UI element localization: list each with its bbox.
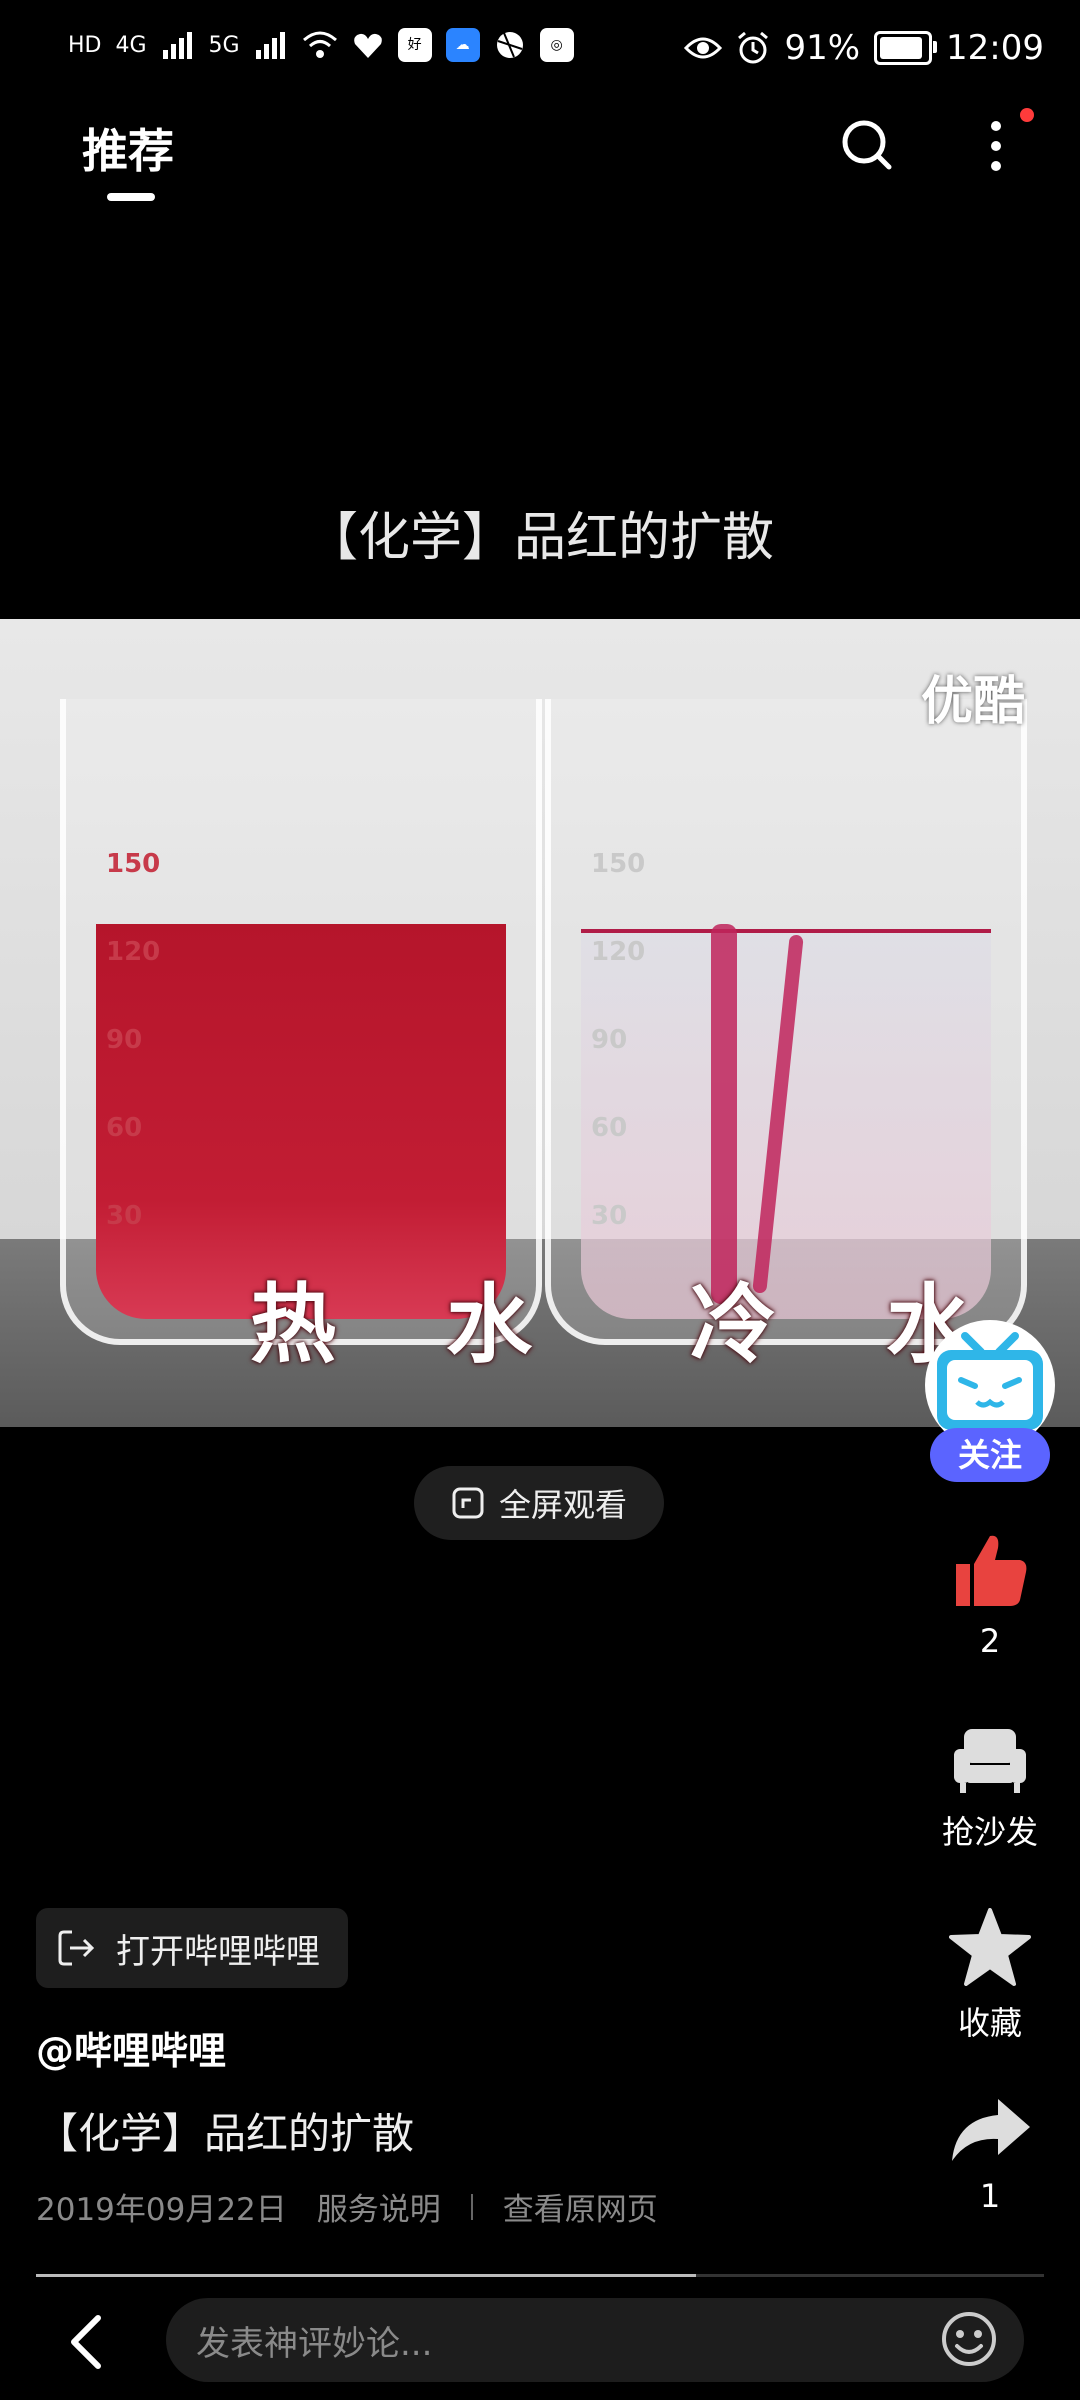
tick-label: 120 bbox=[591, 937, 646, 967]
video-description: 【化学】品红的扩散 bbox=[36, 2109, 415, 2158]
video-meta: 2019年09月22日 服务说明 查看原网页 bbox=[36, 2184, 658, 2229]
signal-5g-label: 5G bbox=[208, 32, 240, 58]
status-left: HD 4G 5G 好 ☁ ◎ bbox=[68, 28, 574, 62]
ball-icon bbox=[496, 32, 523, 58]
tick-label: 30 bbox=[106, 1201, 143, 1231]
sofa-icon bbox=[954, 1729, 1026, 1793]
thumbs-up-icon bbox=[956, 1535, 1027, 1606]
signal-icon bbox=[255, 32, 285, 59]
tab-recommend[interactable]: 推荐 bbox=[82, 115, 174, 181]
app-chip-icon: 好 bbox=[397, 28, 432, 62]
youku-watermark: 优酷 bbox=[920, 672, 1025, 732]
cold-beaker-scale: 150 120 90 60 30 bbox=[591, 849, 651, 1289]
sofa-comment-button[interactable]: 抢沙发 bbox=[930, 1725, 1050, 1853]
like-button[interactable]: 2 bbox=[930, 1530, 1050, 1660]
more-icon[interactable] bbox=[986, 118, 1006, 174]
video-title: 【化学】品红的扩散 bbox=[305, 508, 774, 568]
uploader-name[interactable]: @哔哩哔哩 bbox=[36, 2020, 226, 2075]
hot-beaker-scale: 150 120 90 60 30 bbox=[106, 849, 166, 1289]
fullscreen-label: 全屏观看 bbox=[498, 1486, 627, 1524]
share-count: 1 bbox=[979, 2177, 1001, 2215]
emoji-icon[interactable] bbox=[940, 2310, 998, 2368]
original-page-link[interactable]: 查看原网页 bbox=[503, 2184, 658, 2229]
cold-water-beaker: 150 120 90 60 30 bbox=[545, 699, 1027, 1345]
favorite-button[interactable]: 收藏 bbox=[930, 1908, 1050, 2044]
status-bar: HD 4G 5G 好 ☁ ◎ 91% 12:09 bbox=[0, 0, 1080, 100]
tick-label: 30 bbox=[591, 1201, 628, 1231]
tick-label: 120 bbox=[106, 937, 161, 967]
clock-time: 12:09 bbox=[946, 28, 1044, 68]
video-progress-fill bbox=[36, 2274, 696, 2277]
dye-streak bbox=[711, 924, 737, 1304]
back-arrow-icon[interactable] bbox=[66, 2312, 106, 2372]
sofa-label: 抢沙发 bbox=[941, 1813, 1038, 1851]
hot-water-beaker: 150 120 90 60 30 bbox=[60, 699, 542, 1345]
open-bilibili-button[interactable]: 打开哔哩哔哩 bbox=[36, 1908, 348, 1988]
tick-label: 90 bbox=[591, 1025, 628, 1055]
tick-label: 150 bbox=[106, 849, 161, 879]
like-count: 2 bbox=[979, 1622, 1001, 1660]
signal-icon bbox=[162, 32, 192, 59]
eye-icon bbox=[684, 37, 723, 59]
chat-app-icon: ◎ bbox=[539, 28, 574, 62]
star-icon bbox=[949, 1908, 1031, 1986]
status-right: 91% 12:09 bbox=[684, 28, 1044, 68]
tick-label: 60 bbox=[591, 1113, 628, 1143]
publish-date: 2019年09月22日 bbox=[36, 2192, 287, 2228]
cloud-icon: ☁ bbox=[445, 28, 480, 62]
tab-active-indicator bbox=[107, 193, 155, 201]
service-link[interactable]: 服务说明 bbox=[317, 2184, 441, 2229]
share-arrow-icon bbox=[952, 2099, 1030, 2161]
alarm-icon bbox=[738, 31, 769, 64]
video-player[interactable]: 150 120 90 60 30 150 120 90 60 30 热 水 冷 … bbox=[0, 619, 1080, 1427]
signal-hd-label: HD bbox=[68, 32, 102, 58]
search-icon[interactable] bbox=[840, 118, 892, 170]
tick-label: 90 bbox=[106, 1025, 143, 1055]
follow-button[interactable]: 关注 bbox=[930, 1428, 1050, 1482]
tick-label: 60 bbox=[106, 1113, 143, 1143]
tick-label: 150 bbox=[591, 849, 646, 879]
fullscreen-icon bbox=[452, 1487, 484, 1519]
comment-placeholder: 发表神评妙论... bbox=[196, 2323, 433, 2364]
wifi-icon bbox=[302, 31, 337, 58]
open-app-label: 打开哔哩哔哩 bbox=[116, 1931, 320, 1972]
exit-icon bbox=[58, 1930, 95, 1966]
notification-dot bbox=[1020, 108, 1034, 122]
comment-input[interactable]: 发表神评妙论... bbox=[166, 2298, 1024, 2382]
battery-percent: 91% bbox=[784, 28, 861, 68]
battery-icon bbox=[874, 31, 938, 65]
share-button[interactable]: 1 bbox=[930, 2095, 1050, 2215]
favorite-label: 收藏 bbox=[957, 2004, 1022, 2042]
hot-water-label: 热 水 bbox=[250, 1275, 572, 1375]
heart-icon bbox=[353, 33, 382, 58]
meta-divider bbox=[470, 2193, 473, 2220]
signal-4g-label: 4G bbox=[115, 32, 147, 58]
fullscreen-button[interactable]: 全屏观看 bbox=[414, 1466, 664, 1540]
